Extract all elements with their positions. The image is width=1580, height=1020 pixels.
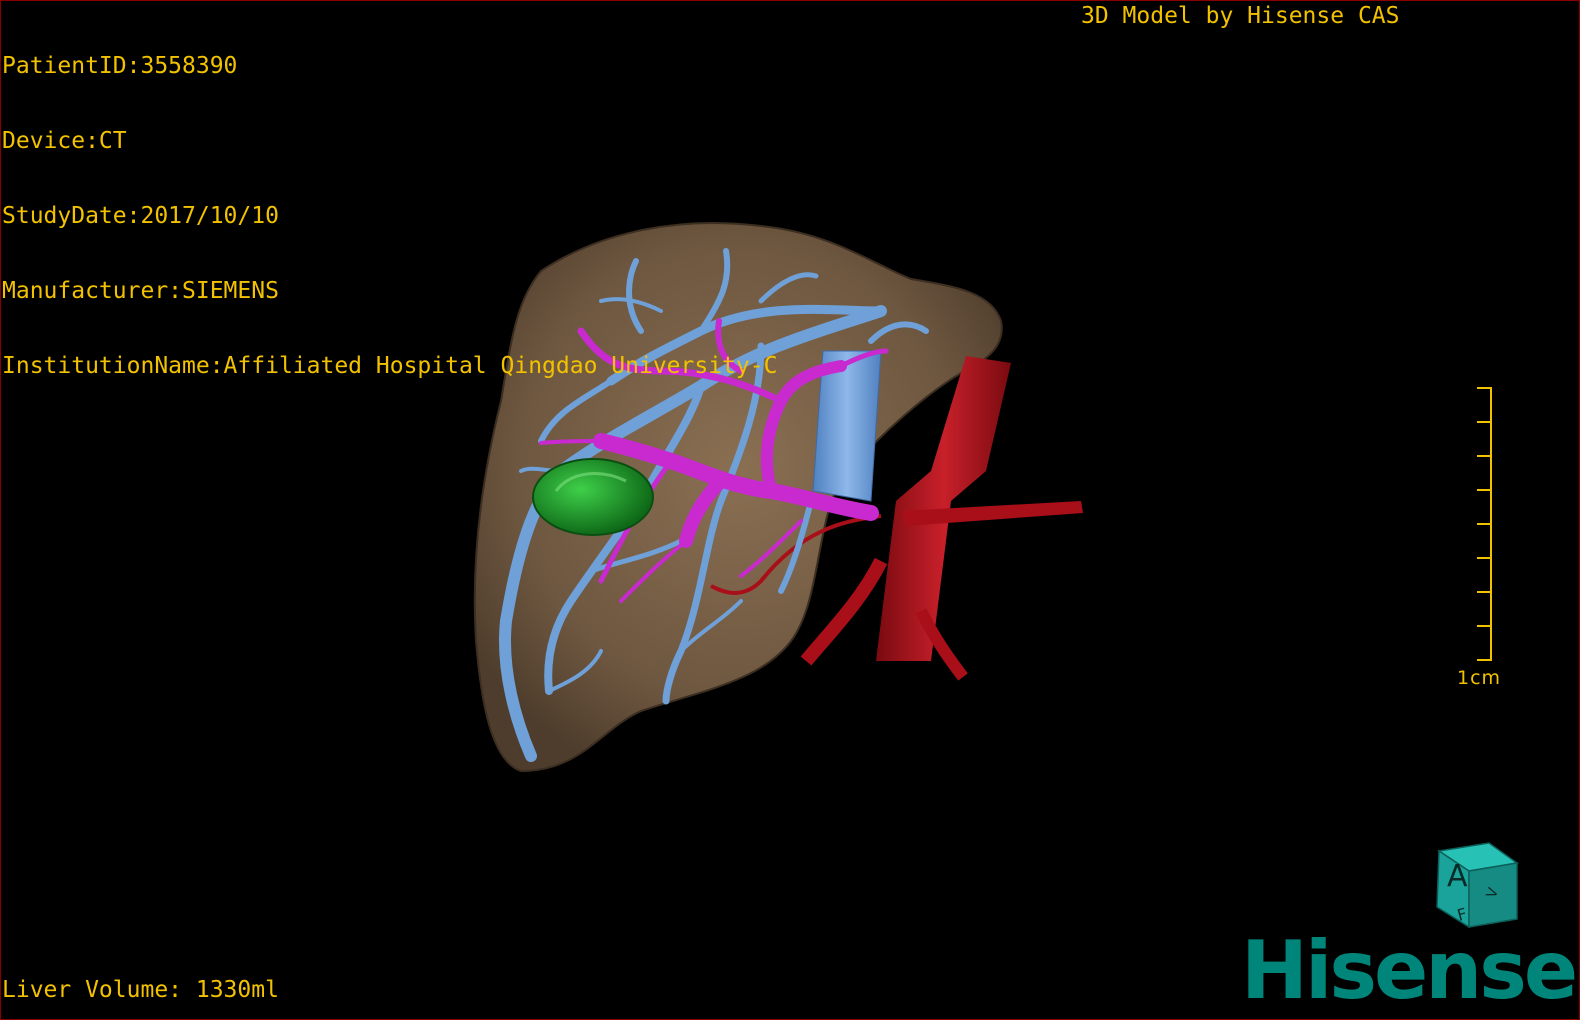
study-date-label: StudyDate:2017/10/10 (2, 203, 279, 229)
cube-front-letter: A (1447, 859, 1468, 894)
device-label: Device:CT (2, 128, 127, 154)
model-credit-label: 3D Model by Hisense CAS (1081, 3, 1400, 29)
liver-volume-label: Liver Volume: 1330ml (2, 977, 279, 1003)
scale-bar (1477, 387, 1492, 661)
patient-info-overlay: PatientID:3558390 Device:CT StudyDate:20… (2, 4, 777, 429)
scale-bar-label: 1cm (1457, 667, 1502, 689)
orientation-cube[interactable]: A F V (1429, 841, 1525, 937)
lesion (532, 458, 654, 536)
institution-label: InstitutionName:Affiliated Hospital Qing… (2, 353, 778, 379)
hisense-logo: Hisense (1241, 924, 1578, 1017)
3d-viewport[interactable]: PatientID:3558390 Device:CT StudyDate:20… (0, 0, 1580, 1020)
patient-id-label: PatientID:3558390 (2, 53, 238, 79)
manufacturer-label: Manufacturer:SIEMENS (2, 278, 279, 304)
